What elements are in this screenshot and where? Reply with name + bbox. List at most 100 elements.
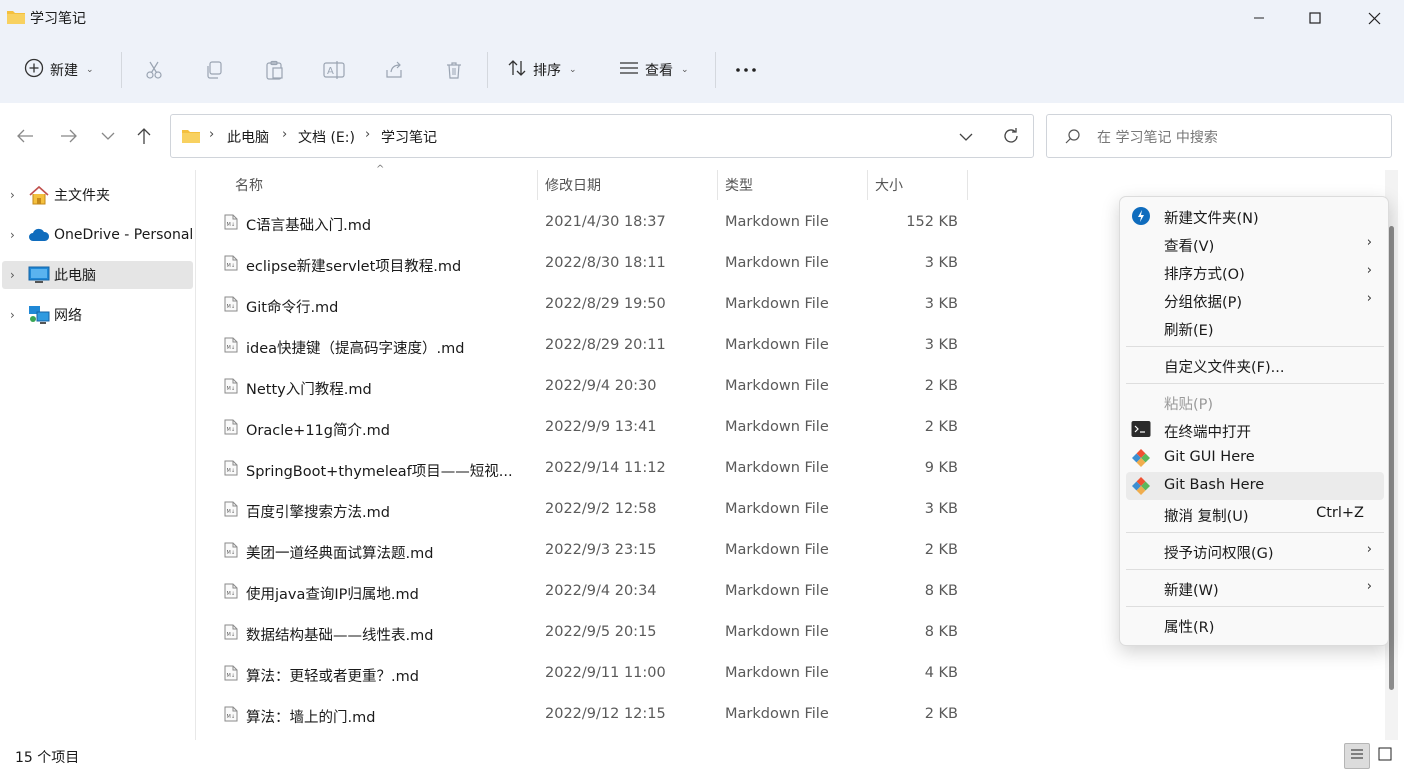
home-icon (28, 185, 50, 205)
command-bar: 新建 ⌄ A 排序 ⌄ 查看 ⌄ (0, 46, 1404, 94)
file-row[interactable]: M↓ idea快捷键（提高码字速度）.md 2022/8/29 20:11 Markd… (220, 325, 970, 366)
menu-item-view[interactable]: 查看(V) › (1126, 230, 1384, 258)
menu-label: 新建文件夹(N) (1164, 211, 1259, 227)
column-divider[interactable] (867, 170, 868, 200)
file-row[interactable]: M↓ 美团一道经典面试算法题.md 2022/9/3 23:15 Markdown F… (220, 530, 970, 571)
file-row[interactable]: M↓ 算法：更轻或者更重？.md 2022/9/11 11:00 Markdown F… (220, 653, 970, 694)
view-button[interactable]: 查看 ⌄ (619, 46, 689, 94)
tiles-view-button[interactable] (1372, 743, 1398, 769)
column-header-date[interactable]: 修改日期 (545, 170, 601, 200)
menu-item-paste: 粘贴(P) (1126, 388, 1384, 416)
menu-label: 排序方式(O) (1164, 267, 1245, 283)
file-row[interactable]: M↓ 数据结构基础——线性表.md 2022/9/5 20:15 Markdown F… (220, 612, 970, 653)
toolbar-divider (487, 52, 488, 88)
nav-item-home[interactable]: › 主文件夹 (2, 181, 193, 209)
breadcrumb-separator: › (209, 127, 215, 142)
breadcrumb-separator: › (282, 127, 288, 142)
breadcrumb-documents[interactable]: 文档 (E:) (298, 127, 355, 147)
scrollbar-thumb[interactable] (1389, 226, 1394, 690)
column-header-type[interactable]: 类型 (725, 170, 753, 200)
close-button[interactable] (1345, 0, 1403, 36)
file-row[interactable]: M↓ 百度引擎搜索方法.md 2022/9/2 12:58 Markdown File… (220, 489, 970, 530)
svg-text:M↓: M↓ (227, 591, 236, 597)
file-size: 2 KB (924, 378, 958, 394)
menu-item-group-by[interactable]: 分组依据(P) › (1126, 286, 1384, 314)
nav-item-this-pc[interactable]: › 此电脑 (2, 261, 193, 289)
chevron-right-icon[interactable]: › (10, 228, 15, 242)
forward-button[interactable] (55, 122, 83, 150)
file-name: 算法：更轻或者更重？.md (246, 669, 419, 685)
column-divider[interactable] (717, 170, 718, 200)
chevron-down-icon: ⌄ (86, 65, 94, 75)
window-title: 学习笔记 (30, 11, 86, 27)
chevron-right-icon[interactable]: › (10, 268, 15, 282)
menu-item-git-bash[interactable]: Git Bash Here (1126, 472, 1384, 500)
menu-item-new-folder[interactable]: 新建文件夹(N) (1126, 202, 1384, 230)
address-bar[interactable]: › 此电脑 › 文档 (E:) › 学习笔记 (170, 114, 1034, 158)
refresh-button[interactable] (997, 122, 1025, 150)
file-row[interactable]: M↓ 使用java查询IP归属地.md 2022/9/4 20:34 Markdown… (220, 571, 970, 612)
delete-icon[interactable] (442, 58, 466, 82)
file-icon: M↓ (224, 706, 238, 726)
cut-icon[interactable] (142, 58, 166, 82)
terminal-icon (1131, 420, 1151, 440)
file-size: 8 KB (924, 583, 958, 599)
breadcrumb-this-pc[interactable]: 此电脑 (227, 127, 269, 147)
nav-item-onedrive[interactable]: › OneDrive - Personal (2, 221, 193, 249)
file-row[interactable]: M↓ Git命令行.md 2022/8/29 19:50 Markdown File 3… (220, 284, 970, 325)
menu-item-give-access[interactable]: 授予访问权限(G) › (1126, 537, 1384, 565)
menu-item-sort-by[interactable]: 排序方式(O) › (1126, 258, 1384, 286)
menu-item-git-gui[interactable]: Git GUI Here (1126, 444, 1384, 472)
view-label: 查看 (645, 63, 673, 79)
share-icon[interactable] (382, 58, 406, 82)
menu-item-customize-folder[interactable]: 自定义文件夹(F)... (1126, 351, 1384, 379)
file-size: 3 KB (924, 501, 958, 517)
minimize-button[interactable] (1230, 0, 1288, 36)
menu-item-new[interactable]: 新建(W) › (1126, 574, 1384, 602)
menu-item-properties[interactable]: 属性(R) (1126, 611, 1384, 639)
file-row[interactable]: M↓ Netty入门教程.md 2022/9/4 20:30 Markdown Fil… (220, 366, 970, 407)
file-type: Markdown File (725, 419, 829, 435)
file-row[interactable]: M↓ eclipse新建servlet项目教程.md 2022/8/30 18:11… (220, 243, 970, 284)
new-button[interactable]: 新建 ⌄ (24, 46, 94, 94)
file-row[interactable]: M↓ 算法：墙上的门.md 2022/9/12 12:15 Markdown File… (220, 694, 970, 735)
column-divider[interactable] (967, 170, 968, 200)
file-date: 2022/8/29 19:50 (545, 296, 666, 312)
plus-icon (24, 58, 44, 82)
menu-separator (1126, 569, 1384, 570)
chevron-right-icon[interactable]: › (10, 308, 15, 322)
back-button[interactable] (11, 122, 39, 150)
file-type: Markdown File (725, 296, 829, 312)
file-type: Markdown File (725, 583, 829, 599)
file-type: Markdown File (725, 460, 829, 476)
rename-icon[interactable]: A (322, 58, 346, 82)
column-header-name[interactable]: 名称 (235, 170, 263, 200)
paste-icon[interactable] (262, 58, 286, 82)
file-row[interactable]: M↓ C语言基础入门.md 2021/4/30 18:37 Markdown File… (220, 202, 970, 243)
menu-item-undo-copy[interactable]: 撤消 复制(U) Ctrl+Z (1126, 500, 1384, 528)
menu-item-open-terminal[interactable]: 在终端中打开 (1126, 416, 1384, 444)
recent-locations-button[interactable] (94, 122, 122, 150)
column-divider[interactable] (537, 170, 538, 200)
file-type: Markdown File (725, 255, 829, 271)
copy-icon[interactable] (202, 58, 226, 82)
file-name: Git命令行.md (246, 300, 339, 316)
file-row[interactable]: M↓ SpringBoot+thymeleaf项目——短视... 2022/9/14… (220, 448, 970, 489)
sort-button[interactable]: 排序 ⌄ (507, 46, 577, 94)
nav-item-network[interactable]: › 网络 (2, 301, 193, 329)
details-view-button[interactable] (1344, 743, 1370, 769)
file-icon: M↓ (224, 583, 238, 603)
breadcrumb-current[interactable]: 学习笔记 (381, 127, 437, 147)
navigation-pane: › 主文件夹 › OneDrive - Personal › 此电脑 › 网络 (0, 170, 196, 740)
maximize-button[interactable] (1286, 0, 1344, 36)
svg-text:A: A (327, 66, 334, 77)
search-input[interactable]: 在 学习笔记 中搜索 (1046, 114, 1392, 158)
column-header-size[interactable]: 大小 (875, 170, 903, 200)
menu-item-refresh[interactable]: 刷新(E) (1126, 314, 1384, 342)
more-icon[interactable] (734, 58, 758, 82)
up-button[interactable] (130, 122, 158, 150)
file-row[interactable]: M↓ Oracle+11g简介.md 2022/9/9 13:41 Markdown … (220, 407, 970, 448)
chevron-right-icon[interactable]: › (10, 188, 15, 202)
nav-label: 主文件夹 (54, 188, 110, 204)
chevron-down-icon[interactable] (959, 130, 973, 146)
